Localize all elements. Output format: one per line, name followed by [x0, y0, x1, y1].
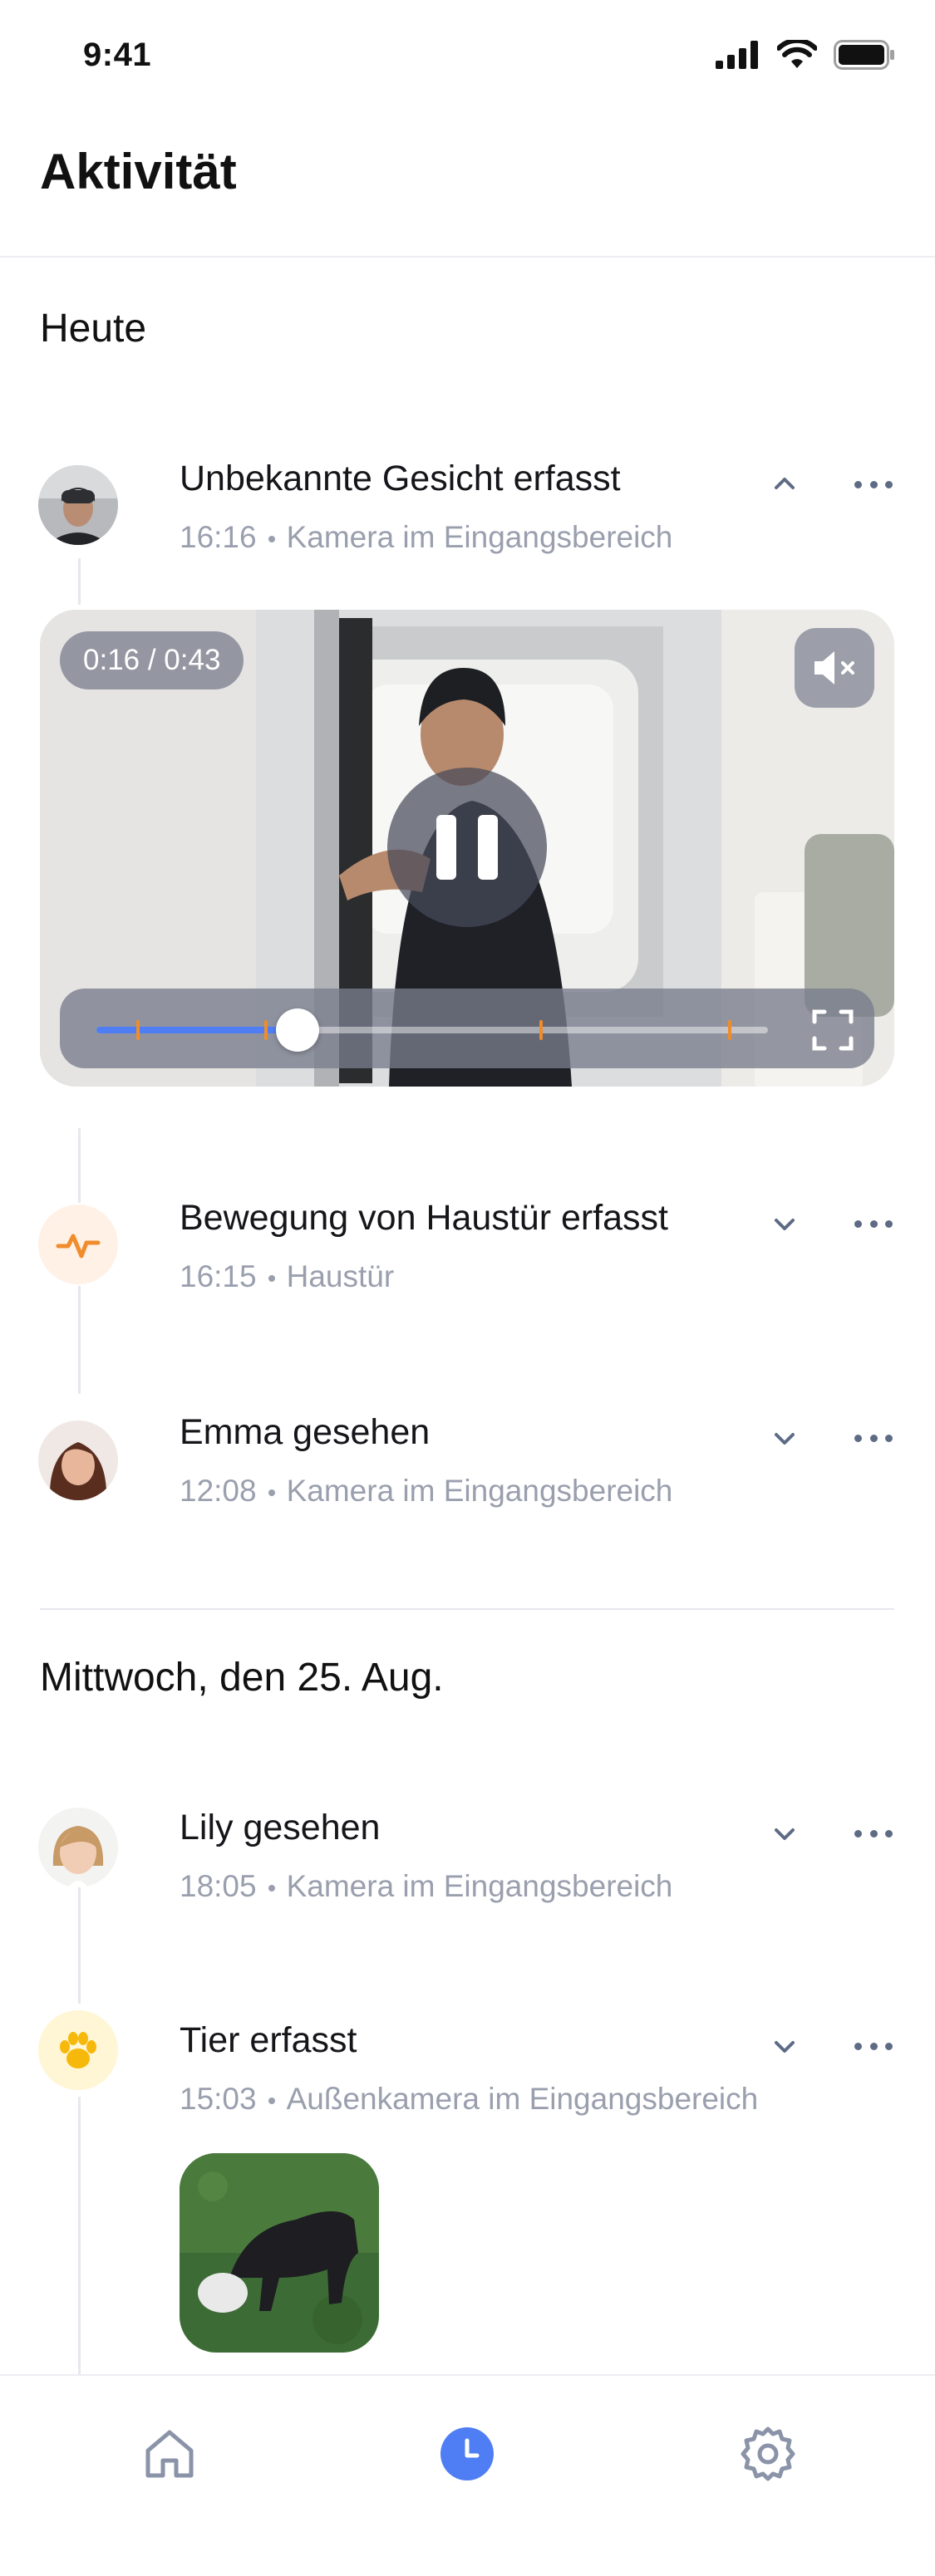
event-location: Kamera im Eingangsbereich — [286, 1474, 673, 1508]
scrubber-event-marker[interactable] — [727, 1020, 731, 1040]
page-title: Aktivität — [40, 144, 237, 199]
event-time: 15:03 — [180, 2082, 257, 2116]
battery-icon — [834, 40, 894, 70]
event-meta: 16:16 Kamera im Eingangsbereich — [180, 520, 672, 555]
status-time: 9:41 — [83, 37, 152, 73]
event-title[interactable]: Tier erfasst — [180, 2020, 357, 2061]
history-clock-icon — [440, 2427, 494, 2480]
chevron-down-icon[interactable] — [768, 1208, 801, 1241]
event-meta: 16:15 Haustür — [180, 1259, 394, 1294]
chevron-down-icon[interactable] — [768, 1818, 801, 1851]
event-title[interactable]: Emma gesehen — [180, 1412, 430, 1453]
more-options-icon[interactable] — [854, 1432, 893, 1444]
chevron-down-icon[interactable] — [768, 2030, 801, 2063]
event-meta: 12:08 Kamera im Eingangsbereich — [180, 1474, 672, 1509]
emma-avatar[interactable] — [38, 1420, 118, 1500]
event-title[interactable]: Unbekannte Gesicht erfasst — [180, 459, 621, 499]
event-meta: 15:03 Außenkamera im Eingangsbereich — [180, 2082, 758, 2117]
timeline-line — [78, 1128, 81, 1203]
mute-button[interactable] — [795, 628, 874, 708]
event-time: 18:05 — [180, 1869, 257, 1903]
event-time: 12:08 — [180, 1474, 257, 1508]
fullscreen-icon[interactable] — [811, 1008, 854, 1052]
wifi-icon — [777, 40, 817, 68]
video-player[interactable]: 0:16 / 0:43 — [40, 610, 894, 1087]
status-icons — [716, 38, 895, 71]
meta-separator — [268, 536, 275, 543]
event-time: 16:15 — [180, 1259, 257, 1293]
meta-separator — [268, 1885, 275, 1892]
section-title-today: Heute — [40, 307, 147, 351]
scrubber-progress — [96, 1027, 298, 1033]
event-location: Haustür — [286, 1259, 395, 1293]
section-title-wednesday: Mittwoch, den 25. Aug. — [40, 1656, 444, 1700]
more-options-icon[interactable] — [854, 1828, 893, 1839]
unknown-face-avatar[interactable] — [38, 465, 118, 545]
scrubber-handle[interactable] — [276, 1008, 320, 1052]
home-icon — [145, 2430, 194, 2478]
tab-bar — [0, 2374, 935, 2576]
event-meta: 18:05 Kamera im Eingangsbereich — [180, 1869, 672, 1904]
pause-button[interactable] — [387, 768, 547, 927]
event-thumbnail[interactable] — [180, 2153, 379, 2353]
scrubber-event-marker[interactable] — [539, 1020, 544, 1040]
settings-gear-icon — [741, 2426, 795, 2481]
chevron-up-icon[interactable] — [768, 467, 801, 500]
pause-icon-bar — [478, 815, 498, 880]
event-title[interactable]: Bewegung von Haustür erfasst — [180, 1198, 668, 1239]
tab-home[interactable] — [136, 2421, 203, 2487]
scrubber-event-marker[interactable] — [136, 1020, 140, 1040]
activity-pulse-icon[interactable] — [38, 1205, 118, 1284]
section-divider — [40, 1608, 894, 1610]
event-time: 16:16 — [180, 520, 257, 554]
video-time-display: 0:16 / 0:43 — [60, 631, 244, 689]
timeline-line — [78, 2097, 81, 2374]
more-options-icon[interactable] — [854, 2040, 893, 2052]
signal-icon — [716, 41, 758, 69]
event-location: Kamera im Eingangsbereich — [286, 1869, 673, 1903]
meta-separator — [268, 1489, 275, 1497]
more-options-icon[interactable] — [854, 1218, 893, 1229]
tab-settings[interactable] — [735, 2421, 801, 2487]
chevron-down-icon[interactable] — [768, 1422, 801, 1455]
timeline-line — [78, 1286, 81, 1394]
speaker-muted-icon — [814, 651, 854, 684]
event-location: Außenkamera im Eingangsbereich — [286, 2082, 759, 2116]
lily-avatar[interactable] — [38, 1808, 118, 1887]
video-scrubber[interactable] — [96, 1008, 768, 1052]
more-options-icon[interactable] — [854, 478, 893, 490]
timeline-line — [78, 1887, 81, 2004]
header-divider — [0, 256, 935, 258]
event-title[interactable]: Lily gesehen — [180, 1808, 380, 1848]
scrubber-event-marker[interactable] — [264, 1020, 268, 1040]
event-location: Kamera im Eingangsbereich — [286, 520, 673, 554]
tab-history[interactable] — [434, 2421, 500, 2487]
meta-separator — [268, 1275, 275, 1283]
paw-icon[interactable] — [38, 2010, 118, 2090]
timeline-line — [78, 558, 81, 605]
meta-separator — [268, 2098, 275, 2105]
video-controls — [60, 989, 874, 1068]
pause-icon-bar — [436, 815, 456, 880]
